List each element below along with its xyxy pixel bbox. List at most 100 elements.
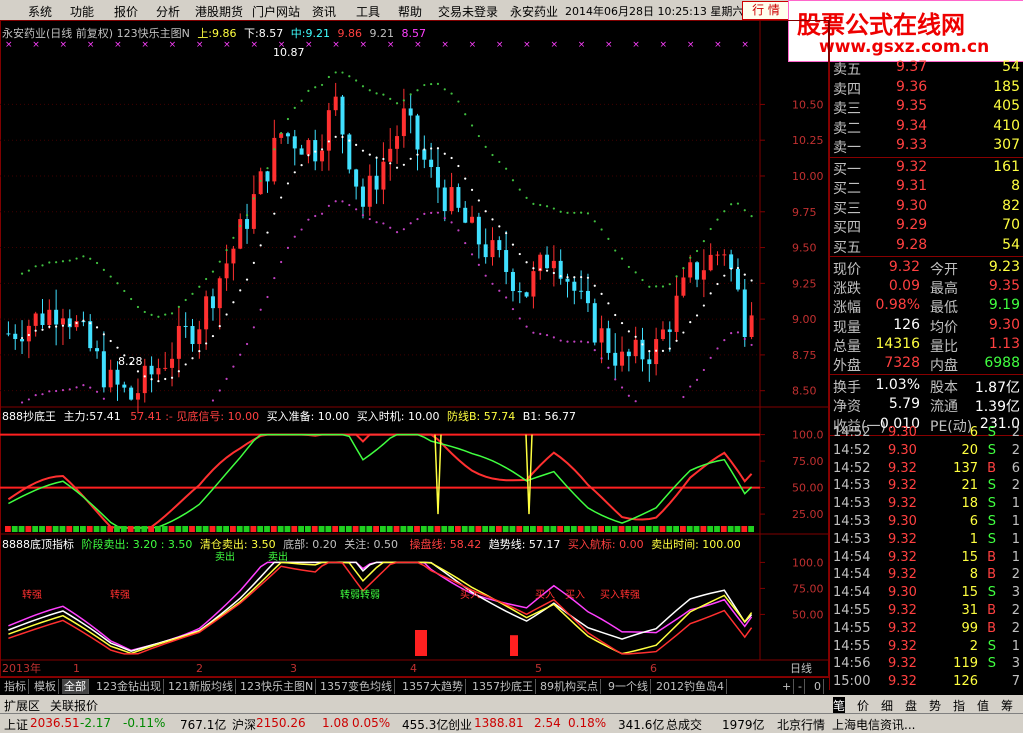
menu-analysis[interactable]: 分析: [156, 3, 180, 20]
right-panel-tab[interactable]: 筹: [1001, 697, 1013, 714]
indicator-tab[interactable]: 指标: [2, 679, 29, 694]
candle-body: [326, 110, 331, 151]
ind1-signal-bar: [189, 526, 195, 532]
right-panel-tab[interactable]: 笔: [833, 697, 846, 714]
ind1-signal-bar: [468, 526, 475, 532]
tab-related-quote[interactable]: 关联报价: [50, 697, 98, 714]
tick-count: 2: [1011, 567, 1020, 583]
ind1-signal-bar: [720, 526, 727, 532]
lower-band-dot: [511, 307, 515, 311]
lower-band-dot: [545, 333, 549, 337]
menu-quote[interactable]: 报价: [114, 3, 138, 20]
menu-system[interactable]: 系统: [28, 3, 52, 20]
indicator-tab[interactable]: 1357抄底王: [470, 679, 536, 694]
telecom-news[interactable]: 上海电信资讯...: [832, 716, 915, 733]
indicator-tab[interactable]: 2012钓鱼岛4: [654, 679, 727, 694]
ind1-signal-bar: [345, 526, 352, 532]
right-panel-tab[interactable]: 细: [881, 697, 893, 714]
middle-band-dot: [511, 243, 515, 246]
tick-direction: B: [987, 603, 996, 618]
candle-body: [408, 108, 413, 116]
lower-band-dot: [416, 217, 419, 221]
candle-body: [272, 137, 277, 182]
tab-scroll-control[interactable]: 0: [812, 679, 824, 694]
candle-body: [660, 329, 665, 340]
down-label: 下:: [244, 27, 259, 40]
ind1-signal-bar: [45, 526, 52, 532]
x-axis-label: 3: [290, 662, 297, 675]
upper-band-dot: [286, 117, 290, 121]
ind2-note: 买入: [535, 589, 555, 601]
candle-body: [688, 262, 693, 278]
indicator-tab[interactable]: 123金钻出现: [94, 679, 164, 694]
x-axis-label: 6: [650, 662, 657, 675]
candle-body: [231, 248, 236, 264]
upper-band-dot: [682, 267, 685, 270]
candle-body: [340, 96, 345, 135]
indicator-tab[interactable]: 121新版均线: [166, 679, 236, 694]
candle-body: [674, 295, 679, 332]
indicator-tab[interactable]: 89机构买点: [538, 679, 601, 694]
candle-body: [476, 216, 481, 245]
candle-body: [13, 333, 18, 340]
lower-band-dot: [27, 398, 30, 401]
upper-band-dot: [116, 282, 119, 285]
candle-body: [47, 309, 52, 326]
right-panel-tab[interactable]: 值: [977, 697, 989, 714]
tab-scroll-control[interactable]: +: [780, 679, 795, 694]
menu-news[interactable]: 资讯: [312, 3, 336, 20]
right-panel-tab[interactable]: 价: [857, 697, 869, 714]
tick-price: 9.30: [888, 442, 917, 458]
ind1-signal-bar: [598, 526, 604, 532]
menu-hk-futures[interactable]: 港股期货: [195, 3, 243, 20]
indicator-tab[interactable]: 模板: [32, 679, 59, 694]
tick-direction: S: [987, 638, 996, 654]
ask-price: 9.37: [896, 59, 928, 75]
quote-value: 1.13: [988, 335, 1020, 352]
menu-trade-login[interactable]: 交易未登录: [438, 3, 498, 20]
upper-band-dot: [307, 89, 310, 92]
ind1-main-value: 57.41: [89, 410, 121, 423]
tick-count: 2: [1011, 620, 1020, 636]
region-label[interactable]: 北京行情: [777, 716, 825, 733]
quote-value: 0.98%: [875, 297, 920, 314]
right-panel-tab[interactable]: 指: [953, 697, 965, 714]
ind1-signal-bar: [434, 526, 441, 532]
tab-scroll-control[interactable]: -: [796, 679, 805, 694]
tick-count: 2: [1011, 442, 1020, 458]
upper-band-dot: [450, 92, 453, 95]
upper-band-dot: [20, 272, 24, 275]
ask-label: 卖五: [833, 62, 861, 78]
menu-function[interactable]: 功能: [70, 3, 94, 20]
indicator-tab[interactable]: 123快乐主图N: [238, 679, 317, 694]
menu-tools[interactable]: 工具: [356, 3, 380, 20]
ask-row: 卖四 9.36 185: [830, 78, 1023, 98]
indicator-tab[interactable]: 9一个线: [606, 679, 651, 694]
trade-quote-button[interactable]: 行 情: [742, 1, 790, 20]
indicator-tab[interactable]: 1357变色均线: [318, 679, 395, 694]
ind1-signal-bar: [652, 526, 659, 532]
lower-band-dot: [232, 365, 235, 368]
value-4: 9.86: [337, 27, 362, 40]
ind1-signal-bar: [39, 526, 45, 532]
indicator-tab[interactable]: 全部: [62, 679, 89, 694]
indicator-tab[interactable]: 1357大趋势: [400, 679, 466, 694]
menu-help[interactable]: 帮助: [398, 3, 422, 20]
right-panel-tab[interactable]: 盘: [905, 697, 917, 714]
menu-portal[interactable]: 门户网站: [252, 3, 300, 20]
chart-area[interactable]: × × × × × × × × × × × × × × × × × × × × × × × × × × × × 卖出 卖出转强 转强 转弱转…: [0, 20, 829, 677]
middle-band-dot: [68, 323, 71, 327]
tab-extension[interactable]: 扩展区: [4, 697, 40, 714]
ind1-signal-bar: [59, 526, 66, 532]
upper-band-dot: [470, 124, 474, 127]
candle-body: [490, 240, 495, 258]
fundamental-label: 股本: [930, 380, 958, 397]
tick-row: 14:55 9.32 31 B 2: [830, 602, 1023, 620]
candle-body: [129, 387, 134, 400]
ind1-signal-bar: [264, 526, 270, 532]
candle-body: [320, 150, 325, 162]
cy-index-label: 创业: [448, 718, 473, 732]
tick-direction: S: [987, 585, 996, 601]
tick-time: 15:00: [833, 674, 871, 690]
right-panel-tab[interactable]: 势: [929, 697, 941, 714]
